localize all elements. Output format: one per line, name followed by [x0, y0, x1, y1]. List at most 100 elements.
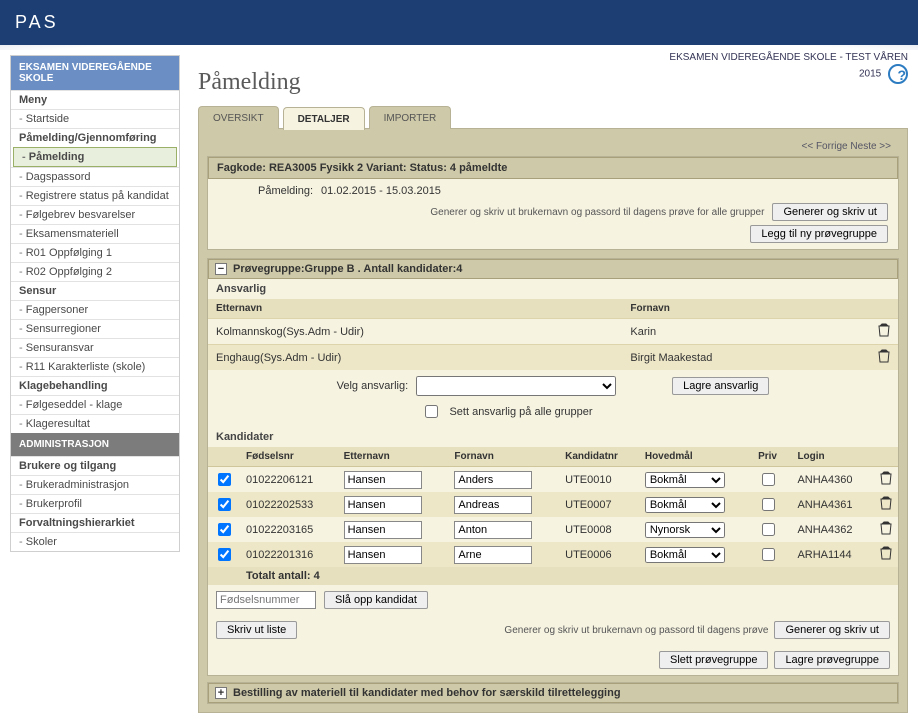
row-etternavn-input[interactable]: [344, 496, 422, 514]
provegruppe-header: − Prøvegruppe:Gruppe B . Antall kandidat…: [208, 259, 898, 279]
ansvarlig-fornavn: Karin: [622, 319, 870, 345]
sidebar-item-pamelding[interactable]: Påmelding: [13, 147, 177, 167]
pamelding-label: Påmelding:: [258, 185, 313, 197]
sidebar-item-fagpersoner[interactable]: Fagpersoner: [11, 300, 179, 319]
sidebar-item-r01[interactable]: R01 Oppfølging 1: [11, 243, 179, 262]
context-year: 2015: [859, 69, 881, 80]
velg-ansvarlig-row: Velg ansvarlig: Lagre ansvarlig: [208, 370, 898, 402]
lagre-provegruppe-button[interactable]: Lagre prøvegruppe: [774, 651, 890, 669]
slett-provegruppe-button[interactable]: Slett prøvegruppe: [659, 651, 768, 669]
app-header: PAS: [0, 0, 918, 45]
fnr-lookup-input[interactable]: [216, 591, 316, 609]
sidebar-item-eksamensmateriell[interactable]: Eksamensmateriell: [11, 224, 179, 243]
col-etternavn: Etternavn: [338, 447, 449, 467]
col-priv: Priv: [752, 447, 791, 467]
fagkode-box: Fagkode: REA3005 Fysikk 2 Variant: Statu…: [207, 156, 899, 250]
col-login: Login: [791, 447, 874, 467]
row-checkbox[interactable]: [218, 473, 231, 486]
row-checkbox[interactable]: [218, 548, 231, 561]
total-label: Totalt antall: 4: [240, 567, 898, 585]
expand-icon[interactable]: +: [215, 687, 227, 699]
sidebar-section-admin: ADMINISTRASJON: [11, 433, 179, 456]
sidebar-item-brukeradmin[interactable]: Brukeradministrasjon: [11, 475, 179, 494]
row-priv-checkbox[interactable]: [762, 548, 775, 561]
col-hoved: Hovedmål: [639, 447, 752, 467]
sidebar-item-skoler[interactable]: Skoler: [11, 532, 179, 551]
row-checkbox[interactable]: [218, 498, 231, 511]
row-etternavn-input[interactable]: [344, 471, 422, 489]
row-fnr: 01022202533: [240, 492, 338, 517]
row-kandnr: UTE0008: [559, 517, 639, 542]
sidebar-item-registrere-status[interactable]: Registrere status på kandidat: [11, 186, 179, 205]
sidebar-item-folgebrev[interactable]: Følgebrev besvarelser: [11, 205, 179, 224]
sidebar-item-klageresultat[interactable]: Klageresultat: [11, 414, 179, 433]
tab-oversikt[interactable]: OVERSIKT: [198, 106, 279, 129]
row-fnr: 01022201316: [240, 542, 338, 567]
row-fornavn-input[interactable]: [454, 471, 532, 489]
sidebar-item-r02[interactable]: R02 Oppfølging 2: [11, 262, 179, 281]
col-kandnr: Kandidatnr: [559, 447, 639, 467]
sidebar-group-brukere: Brukere og tilgang: [11, 456, 179, 475]
fagkode-header: Fagkode: REA3005 Fysikk 2 Variant: Statu…: [208, 157, 898, 179]
row-hoved-select[interactable]: BokmålNynorsk: [645, 472, 725, 488]
row-login: ANHA4361: [791, 492, 874, 517]
row-hoved-select[interactable]: BokmålNynorsk: [645, 522, 725, 538]
app-title: PAS: [15, 12, 59, 33]
velg-ansvarlig-label: Velg ansvarlig:: [337, 380, 409, 392]
sidebar-item-r11[interactable]: R11 Karakterliste (skole): [11, 357, 179, 376]
kandidater-label: Kandidater: [208, 427, 898, 447]
sidebar-section-exam: EKSAMEN VIDEREGÅENDE SKOLE: [11, 56, 179, 90]
row-fornavn-input[interactable]: [454, 521, 532, 539]
velg-ansvarlig-select[interactable]: [416, 376, 616, 396]
row-etternavn-input[interactable]: [344, 521, 422, 539]
bestilling-title: Bestilling av materiell til kandidater m…: [233, 687, 621, 699]
sett-alle-checkbox[interactable]: [425, 405, 438, 418]
generate-print-all-button[interactable]: Generer og skriv ut: [772, 203, 888, 221]
tab-detaljer[interactable]: DETALJER: [283, 107, 365, 130]
bestilling-header: + Bestilling av materiell til kandidater…: [208, 683, 898, 703]
row-kandnr: UTE0007: [559, 492, 639, 517]
row-fornavn-input[interactable]: [454, 546, 532, 564]
trash-icon[interactable]: [878, 349, 890, 363]
skriv-ut-liste-button[interactable]: Skriv ut liste: [216, 621, 297, 639]
generate-print-button[interactable]: Generer og skriv ut: [774, 621, 890, 639]
sett-alle-label: Sett ansvarlig på alle grupper: [449, 406, 592, 418]
row-fornavn-input[interactable]: [454, 496, 532, 514]
ansvarlig-col-fornavn: Fornavn: [622, 299, 870, 319]
context-line: EKSAMEN VIDEREGÅENDE SKOLE - TEST VÅREN …: [669, 51, 908, 84]
generate-text-2: Generer og skriv ut brukernavn og passor…: [504, 625, 768, 636]
provegruppe-title: Prøvegruppe:Gruppe B . Antall kandidater…: [233, 263, 462, 275]
sidebar-item-folgeseddel[interactable]: Følgeseddel - klage: [11, 395, 179, 414]
lagre-ansvarlig-button[interactable]: Lagre ansvarlig: [672, 377, 769, 395]
help-icon[interactable]: ?: [888, 64, 908, 84]
row-hoved-select[interactable]: BokmålNynorsk: [645, 497, 725, 513]
ansvarlig-etternavn: Enghaug(Sys.Adm - Udir): [208, 345, 622, 371]
details-panel: << Forrige Neste >> Fagkode: REA3005 Fys…: [198, 128, 908, 713]
add-group-button[interactable]: Legg til ny prøvegruppe: [750, 225, 888, 243]
row-priv-checkbox[interactable]: [762, 473, 775, 486]
row-hoved-select[interactable]: BokmålNynorsk: [645, 547, 725, 563]
row-priv-checkbox[interactable]: [762, 498, 775, 511]
collapse-icon[interactable]: −: [215, 263, 227, 275]
sidebar-item-brukerprofil[interactable]: Brukerprofil: [11, 494, 179, 513]
sidebar-item-startside[interactable]: Startside: [11, 109, 179, 128]
sidebar-item-sensurregioner[interactable]: Sensurregioner: [11, 319, 179, 338]
trash-icon[interactable]: [880, 471, 892, 485]
row-priv-checkbox[interactable]: [762, 523, 775, 536]
trash-icon[interactable]: [880, 496, 892, 510]
trash-icon[interactable]: [880, 546, 892, 560]
sidebar-item-sensuransvar[interactable]: Sensuransvar: [11, 338, 179, 357]
row-etternavn-input[interactable]: [344, 546, 422, 564]
slaopp-button[interactable]: Slå opp kandidat: [324, 591, 428, 609]
pager-next[interactable]: Neste >>: [850, 141, 891, 152]
pager-prev[interactable]: << Forrige: [801, 141, 847, 152]
row-checkbox[interactable]: [218, 523, 231, 536]
ansvarlig-col-etternavn: Etternavn: [208, 299, 622, 319]
sidebar-item-dagspassord[interactable]: Dagspassord: [11, 167, 179, 186]
ansvarlig-etternavn: Kolmannskog(Sys.Adm - Udir): [208, 319, 622, 345]
bestilling-box: + Bestilling av materiell til kandidater…: [207, 682, 899, 704]
trash-icon[interactable]: [878, 323, 890, 337]
trash-icon[interactable]: [880, 521, 892, 535]
sidebar-group-pamelding: Påmelding/Gjennomføring: [11, 128, 179, 147]
tab-importer[interactable]: IMPORTER: [369, 106, 452, 129]
